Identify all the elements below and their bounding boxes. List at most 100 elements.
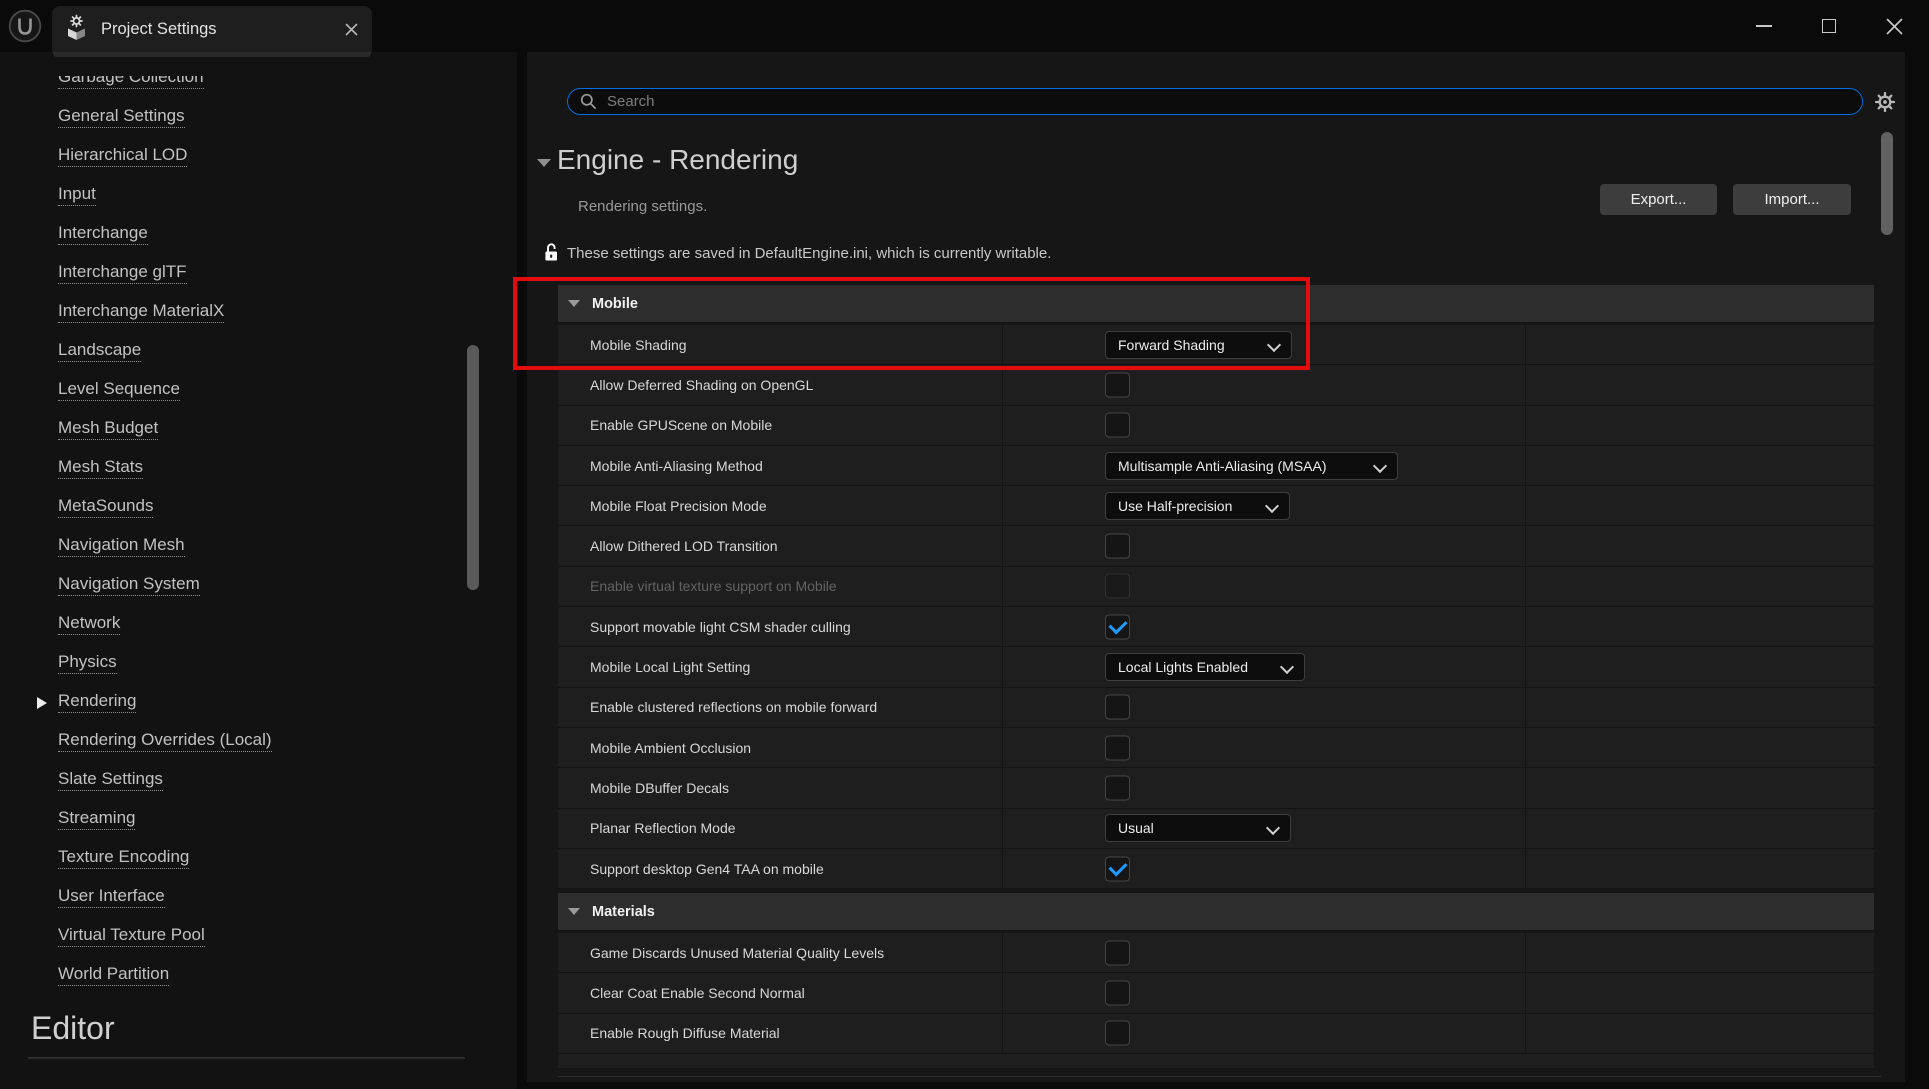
sidebar-item-mesh-budget[interactable]: Mesh Budget: [0, 410, 517, 449]
column-divider: [1002, 365, 1003, 405]
sidebar-item-streaming[interactable]: Streaming: [0, 800, 517, 839]
checkbox-support-movable-light-csm-shader-culling[interactable]: [1105, 614, 1130, 640]
sidebar-item-garbage-collection[interactable]: Garbage Collection: [0, 76, 517, 98]
tab-close-icon[interactable]: [345, 23, 358, 36]
title-bar: Project Settings: [0, 0, 1929, 52]
sidebar-item-interchange-gltf[interactable]: Interchange glTF: [0, 254, 517, 293]
sidebar-item-metasounds[interactable]: MetaSounds: [0, 488, 517, 527]
checkbox-enable-clustered-reflections-on-mobile-forward[interactable]: [1105, 694, 1130, 720]
sidebar-item-mesh-stats[interactable]: Mesh Stats: [0, 449, 517, 488]
checkmark-icon: [1108, 615, 1128, 635]
checkbox-allow-deferred-shading-on-opengl[interactable]: [1105, 372, 1130, 398]
checkmark-icon: [1108, 856, 1128, 877]
checkbox-enable-virtual-texture-support-on-mobile[interactable]: [1105, 573, 1130, 599]
sidebar-item-hierarchical-lod[interactable]: Hierarchical LOD: [0, 137, 517, 176]
window-maximize-button[interactable]: [1820, 17, 1838, 35]
sidebar-item-input[interactable]: Input: [0, 176, 517, 215]
sidebar-item-physics[interactable]: Physics: [0, 644, 517, 683]
setting-label: Mobile Anti-Aliasing Method: [590, 457, 763, 474]
editor-category-heading: Editor: [31, 1010, 115, 1046]
main-scrollbar[interactable]: [1881, 132, 1893, 235]
project-settings-tab[interactable]: Project Settings: [52, 6, 372, 52]
sidebar-item-world-partition[interactable]: World Partition: [0, 956, 517, 995]
setting-label: Enable clustered reflections on mobile f…: [590, 699, 878, 716]
chevron-down-icon: [1265, 821, 1281, 836]
window-close-button[interactable]: [1885, 17, 1903, 35]
search-input[interactable]: [605, 92, 1850, 111]
settings-table: Mobile Mobile Shading Forward Shading Allow…: [558, 285, 1874, 1069]
collapse-arrow-icon: [568, 300, 580, 307]
chevron-down-icon: [1266, 337, 1282, 352]
search-bar[interactable]: [567, 88, 1863, 115]
sidebar-item-label: Physics: [58, 652, 117, 675]
sidebar-item-general-settings[interactable]: General Settings: [0, 98, 517, 137]
setting-row-allow-deferred-shading-on-opengl: Allow Deferred Shading on OpenGL: [558, 365, 1874, 406]
dropdown-mobile-local-light-setting[interactable]: Local Lights Enabled: [1105, 653, 1305, 682]
sidebar-item-texture-encoding[interactable]: Texture Encoding: [0, 839, 517, 878]
dropdown-planar-reflection-mode[interactable]: Usual: [1105, 814, 1291, 843]
sidebar-item-level-sequence[interactable]: Level Sequence: [0, 371, 517, 410]
column-divider: [1525, 727, 1526, 768]
setting-row-support-movable-light-csm-shader-culling: Support movable light CSM shader culling: [558, 607, 1874, 648]
setting-row-clear-coat-enable-second-normal: Clear Coat Enable Second Normal: [558, 973, 1874, 1014]
checkbox-clear-coat-enable-second-normal[interactable]: [1105, 980, 1130, 1006]
column-divider: [1002, 768, 1003, 808]
search-icon: [580, 93, 597, 110]
sidebar-item-navigation-system[interactable]: Navigation System: [0, 566, 517, 605]
sidebar-item-interchange-materialx[interactable]: Interchange MaterialX: [0, 293, 517, 332]
sidebar-item-rendering[interactable]: Rendering: [0, 683, 517, 722]
checkbox-allow-dithered-lod-transition[interactable]: [1105, 533, 1130, 559]
section-header-materials[interactable]: Materials: [558, 893, 1874, 931]
page-collapse-arrow-icon[interactable]: [537, 159, 551, 167]
sidebar-item-label: World Partition: [58, 964, 170, 987]
sidebar-item-rendering-overrides-local[interactable]: Rendering Overrides (Local): [0, 722, 517, 761]
column-divider: [1002, 486, 1003, 526]
sidebar-item-label: Level Sequence: [58, 379, 180, 402]
unreal-engine-logo-icon[interactable]: [8, 9, 42, 43]
setting-row-mobile-anti-aliasing-method: Mobile Anti-Aliasing Method Multisample A…: [558, 445, 1874, 487]
setting-row-mobile-shading: Mobile Shading Forward Shading: [558, 325, 1874, 366]
page-subtitle: Rendering settings.: [578, 198, 708, 215]
dropdown-value: Use Half-precision: [1118, 497, 1233, 514]
sidebar-item-interchange[interactable]: Interchange: [0, 215, 517, 254]
import-button[interactable]: Import...: [1733, 184, 1851, 215]
export-button[interactable]: Export...: [1600, 184, 1717, 215]
sidebar-item-network[interactable]: Network: [0, 605, 517, 644]
sidebar-item-slate-settings[interactable]: Slate Settings: [0, 761, 517, 800]
setting-label: Enable virtual texture support on Mobile: [590, 578, 837, 595]
sidebar-item-navigation-mesh[interactable]: Navigation Mesh: [0, 527, 517, 566]
sidebar-item-label: Navigation System: [58, 574, 200, 597]
sidebar-item-landscape[interactable]: Landscape: [0, 332, 517, 371]
section-header-mobile[interactable]: Mobile: [558, 285, 1874, 322]
collapse-arrow-icon: [568, 908, 580, 916]
checkbox-support-desktop-gen4-taa-on-mobile[interactable]: [1105, 856, 1130, 881]
setting-row-planar-reflection-mode: Planar Reflection Mode Usual: [558, 808, 1874, 849]
column-divider: [1002, 1013, 1003, 1054]
sidebar-item-label: Slate Settings: [58, 769, 163, 792]
config-file-status-message: These settings are saved in DefaultEngin…: [567, 245, 1052, 262]
sidebar-item-label: Navigation Mesh: [58, 535, 185, 558]
setting-row-enable-gpuscene-on-mobile: Enable GPUScene on Mobile: [558, 405, 1874, 446]
sidebar-scrollbar[interactable]: [467, 345, 479, 590]
column-divider: [1002, 727, 1003, 768]
sidebar-item-label: Virtual Texture Pool: [58, 925, 205, 948]
checkbox-game-discards-unused-material-quality-levels[interactable]: [1105, 940, 1130, 966]
dropdown-mobile-anti-aliasing-method[interactable]: Multisample Anti-Aliasing (MSAA): [1105, 451, 1398, 480]
dropdown-value: Forward Shading: [1118, 336, 1225, 353]
sidebar-item-virtual-texture-pool[interactable]: Virtual Texture Pool: [0, 917, 517, 956]
column-divider: [1525, 325, 1526, 365]
sidebar-item-user-interface[interactable]: User Interface: [0, 878, 517, 917]
dropdown-mobile-float-precision-mode[interactable]: Use Half-precision: [1105, 491, 1290, 520]
window-minimize-button[interactable]: [1755, 17, 1773, 35]
setting-row-partial: [558, 1054, 1874, 1069]
checkbox-mobile-ambient-occlusion[interactable]: [1105, 735, 1130, 761]
settings-gear-icon[interactable]: [1874, 91, 1896, 113]
sidebar-item-label: Interchange glTF: [58, 262, 187, 285]
checkbox-enable-rough-diffuse-material[interactable]: [1105, 1020, 1130, 1046]
dropdown-mobile-shading[interactable]: Forward Shading: [1105, 330, 1292, 359]
setting-label: Game Discards Unused Material Quality Le…: [590, 944, 885, 961]
sidebar-item-label: Mesh Stats: [58, 457, 144, 480]
checkbox-mobile-dbuffer-decals[interactable]: [1105, 775, 1130, 801]
checkbox-enable-gpuscene-on-mobile[interactable]: [1105, 412, 1130, 438]
setting-label: Mobile Float Precision Mode: [590, 497, 767, 514]
